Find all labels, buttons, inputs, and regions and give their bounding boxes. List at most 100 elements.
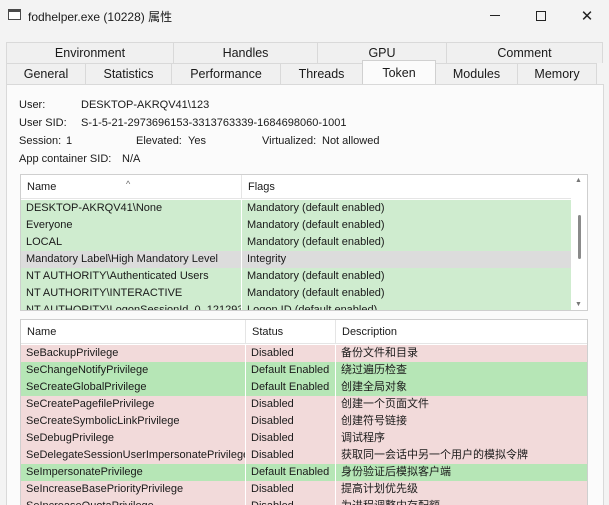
tab-general[interactable]: General bbox=[6, 63, 86, 84]
privilege-description: 获取同一会话中另一个用户的模拟令牌 bbox=[336, 447, 587, 464]
privilege-status: Disabled bbox=[246, 481, 335, 498]
maximize-icon bbox=[536, 10, 546, 21]
tab-performance[interactable]: Performance bbox=[171, 63, 281, 84]
group-flags: Integrity bbox=[242, 251, 571, 268]
tab-memory[interactable]: Memory bbox=[517, 63, 597, 84]
group-name: DESKTOP-AKRQV41\None bbox=[21, 200, 241, 217]
window-icon bbox=[8, 9, 21, 20]
virtualized-label: Virtualized: bbox=[262, 135, 317, 147]
group-name: LOCAL bbox=[21, 234, 241, 251]
tab-modules[interactable]: Modules bbox=[435, 63, 518, 84]
privilege-row[interactable]: SeCreateGlobalPrivilege Default Enabled 创建… bbox=[21, 379, 587, 396]
column-header-status[interactable]: Status bbox=[246, 320, 336, 344]
privilege-description: 创建全局对象 bbox=[336, 379, 587, 396]
privilege-description: 备份文件和目录 bbox=[336, 345, 587, 362]
privileges-list-header: Name Status Description bbox=[21, 320, 587, 344]
group-flags: Mandatory (default enabled) bbox=[242, 285, 571, 302]
window-title: fodhelper.exe (10228) 属性 bbox=[28, 10, 173, 24]
group-row[interactable]: LOCAL Mandatory (default enabled) bbox=[21, 234, 571, 251]
app-container-sid-label: App container SID: bbox=[19, 153, 112, 165]
user-sid-value: S-1-5-21-2973696153-3313763339-168469806… bbox=[81, 117, 347, 129]
maximize-button[interactable] bbox=[518, 0, 564, 31]
privilege-name: SeCreateSymbolicLinkPrivilege bbox=[21, 413, 245, 430]
privilege-row[interactable]: SeChangeNotifyPrivilege Default Enabled 绕过… bbox=[21, 362, 587, 379]
privilege-description: 调试程序 bbox=[336, 430, 587, 447]
privilege-description: 绕过遍历检查 bbox=[336, 362, 587, 379]
group-row[interactable]: NT AUTHORITY\Authenticated Users Mandator… bbox=[21, 268, 571, 285]
column-header-description[interactable]: Description bbox=[336, 320, 587, 344]
tab-row-back: Environment Handles GPU Comment bbox=[6, 42, 603, 63]
virtualized-value: Not allowed bbox=[322, 135, 380, 147]
privilege-description: 创建符号链接 bbox=[336, 413, 587, 430]
column-header-privilege-name[interactable]: Name bbox=[21, 320, 246, 344]
privilege-row[interactable]: SeDebugPrivilege Disabled 调试程序 bbox=[21, 430, 587, 447]
group-name: NT AUTHORITY\LogonSessionId_0_121293 bbox=[21, 302, 241, 310]
privilege-status: Disabled bbox=[246, 396, 335, 413]
group-row[interactable]: Everyone Mandatory (default enabled) bbox=[21, 217, 571, 234]
privilege-name: SeImpersonatePrivilege bbox=[21, 464, 245, 481]
groups-list[interactable]: Name ^ Flags DESKTOP-AKRQV41\None Mandato… bbox=[20, 174, 588, 311]
privilege-row[interactable]: SeImpersonatePrivilege Default Enabled 身份验… bbox=[21, 464, 587, 481]
group-name: Everyone bbox=[21, 217, 241, 234]
privilege-name: SeCreatePagefilePrivilege bbox=[21, 396, 245, 413]
privilege-description: 为进程调整内存配额 bbox=[336, 498, 587, 505]
column-header-flags[interactable]: Flags bbox=[242, 175, 573, 199]
scroll-down-icon[interactable]: ▼ bbox=[575, 301, 582, 308]
group-flags: Mandatory (default enabled) bbox=[242, 234, 571, 251]
group-flags: Mandatory (default enabled) bbox=[242, 217, 571, 234]
privilege-name: SeDebugPrivilege bbox=[21, 430, 245, 447]
tab-statistics[interactable]: Statistics bbox=[85, 63, 172, 84]
privilege-row[interactable]: SeIncreaseBasePriorityPrivilege Disabled 提… bbox=[21, 481, 587, 498]
groups-list-header: Name ^ Flags bbox=[21, 175, 587, 199]
tab-token[interactable]: Token bbox=[362, 60, 436, 84]
privilege-status: Disabled bbox=[246, 498, 335, 505]
group-row[interactable]: DESKTOP-AKRQV41\None Mandatory (default e… bbox=[21, 200, 571, 217]
privilege-description: 创建一个页面文件 bbox=[336, 396, 587, 413]
group-row[interactable]: NT AUTHORITY\LogonSessionId_0_121293 Logo… bbox=[21, 302, 571, 310]
privilege-row[interactable]: SeDelegateSessionUserImpersonatePrivileg… bbox=[21, 447, 587, 464]
session-value: 1 bbox=[66, 135, 73, 147]
privilege-status: Disabled bbox=[246, 345, 335, 362]
privilege-name: SeIncreaseQuotaPrivilege bbox=[21, 498, 245, 505]
group-row[interactable]: NT AUTHORITY\INTERACTIVE Mandatory (defau… bbox=[21, 285, 571, 302]
tab-row-front: General Statistics Performance Threads T… bbox=[6, 60, 597, 84]
privilege-status: Disabled bbox=[246, 447, 335, 464]
privilege-row[interactable]: SeIncreaseQuotaPrivilegeDisabled为进程调整内存配… bbox=[21, 498, 587, 505]
privilege-description: 提高计划优先级 bbox=[336, 481, 587, 498]
scrollbar-thumb[interactable] bbox=[578, 215, 581, 259]
privilege-description: 身份验证后模拟客户端 bbox=[336, 464, 587, 481]
privilege-status: Default Enabled bbox=[246, 379, 335, 396]
groups-scrollbar[interactable]: ▲ ▼ bbox=[571, 175, 587, 310]
minimize-button[interactable] bbox=[472, 0, 518, 31]
group-row[interactable]: Mandatory Label\High Mandatory Level Inte… bbox=[21, 251, 571, 268]
privilege-name: SeIncreaseBasePriorityPrivilege bbox=[21, 481, 245, 498]
group-name: NT AUTHORITY\INTERACTIVE bbox=[21, 285, 241, 302]
privilege-name: SeBackupPrivilege bbox=[21, 345, 245, 362]
group-flags: Mandatory (default enabled) bbox=[242, 200, 571, 217]
minimize-icon bbox=[490, 15, 500, 16]
privilege-row[interactable]: SeBackupPrivilege Disabled 备份文件和目录 bbox=[21, 345, 587, 362]
close-button[interactable]: ✕ bbox=[564, 0, 609, 31]
user-sid-label: User SID: bbox=[19, 117, 67, 129]
sort-ascending-icon: ^ bbox=[126, 179, 131, 189]
tab-environment[interactable]: Environment bbox=[6, 42, 174, 63]
privilege-status: Default Enabled bbox=[246, 362, 335, 379]
privilege-name: SeDelegateSessionUserImpersonatePrivileg… bbox=[21, 447, 245, 464]
elevated-value: Yes bbox=[188, 135, 206, 147]
tab-threads[interactable]: Threads bbox=[280, 63, 363, 84]
elevated-label: Elevated: bbox=[136, 135, 182, 147]
tab-handles[interactable]: Handles bbox=[173, 42, 318, 63]
privilege-name: SeCreateGlobalPrivilege bbox=[21, 379, 245, 396]
close-icon: ✕ bbox=[580, 7, 594, 25]
privilege-row[interactable]: SeCreatePagefilePrivilege Disabled 创建一个页面文… bbox=[21, 396, 587, 413]
user-value: DESKTOP-AKRQV41\123 bbox=[81, 99, 210, 111]
group-flags: Mandatory (default enabled) bbox=[242, 268, 571, 285]
privilege-status: Default Enabled bbox=[246, 464, 335, 481]
privilege-name: SeChangeNotifyPrivilege bbox=[21, 362, 245, 379]
tab-comment[interactable]: Comment bbox=[446, 42, 603, 63]
privilege-row[interactable]: SeCreateSymbolicLinkPrivilege Disabled 创建符… bbox=[21, 413, 587, 430]
privileges-list[interactable]: Name Status Description SeBackupPrivileg… bbox=[20, 319, 588, 505]
column-header-name[interactable]: Name ^ bbox=[21, 175, 242, 199]
group-flags: Logon ID (default enabled) bbox=[242, 302, 571, 310]
scroll-up-icon[interactable]: ▲ bbox=[575, 177, 582, 184]
